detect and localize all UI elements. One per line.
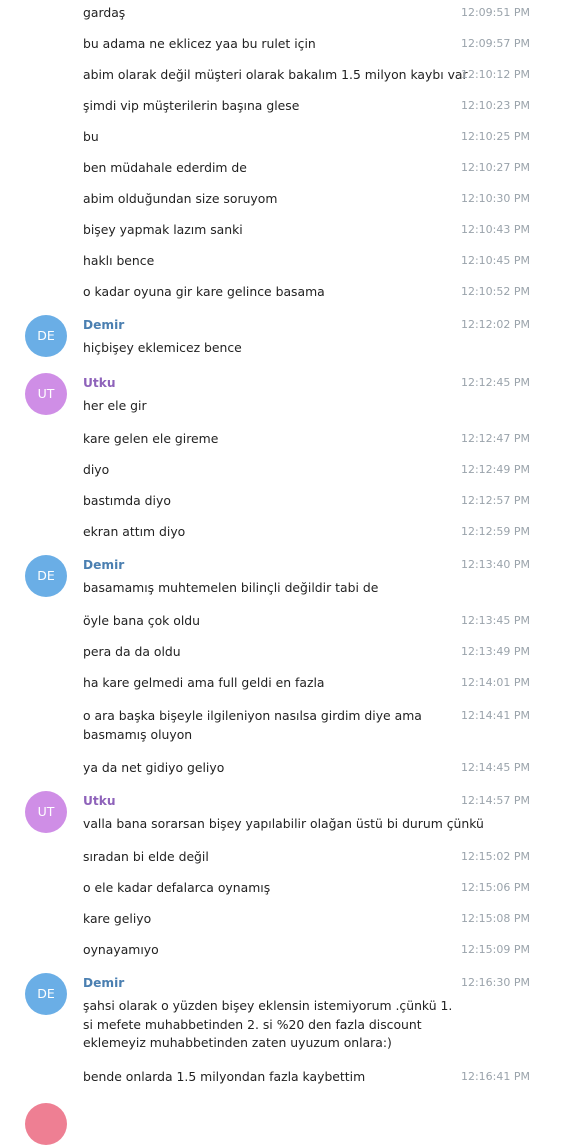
message-timestamp: 12:14:57 PM (460, 794, 530, 807)
message-text: oynayamıyo (83, 942, 159, 957)
message-text: basamamış muhtemelen bilinçli değildir t… (83, 580, 379, 595)
message-timestamp: 12:10:43 PM (460, 223, 530, 236)
message-timestamp: 12:13:45 PM (460, 614, 530, 627)
message-timestamp: 12:15:09 PM (460, 943, 530, 956)
message-text: öyle bana çok oldu (83, 613, 201, 628)
message-text: şimdi vip müşterilerin başına glese (83, 98, 300, 113)
message-text: şahsi olarak o yüzden bişey eklensin ist… (83, 998, 453, 1050)
message-timestamp: 12:14:41 PM (460, 709, 530, 722)
message-timestamp: 12:10:45 PM (460, 254, 530, 267)
message-text: haklı bence (83, 253, 155, 268)
message-timestamp: 12:15:06 PM (460, 881, 530, 894)
message-text: ekran attım diyo (83, 524, 186, 539)
sender-name-demir[interactable]: Demir (83, 316, 124, 334)
message-text: her ele gir (83, 398, 147, 413)
message-text: bende onlarda 1.5 milyondan fazla kaybet… (83, 1069, 366, 1084)
message-timestamp: 12:12:59 PM (460, 525, 530, 538)
message-timestamp: 12:10:23 PM (460, 99, 530, 112)
avatar-next-partial[interactable] (25, 1103, 67, 1145)
avatar-demir[interactable]: DE (25, 973, 67, 1015)
message-timestamp: 12:15:02 PM (460, 850, 530, 863)
message-text: diyo (83, 462, 110, 477)
message-timestamp: 12:10:25 PM (460, 130, 530, 143)
message-timestamp: 12:12:57 PM (460, 494, 530, 507)
avatar-demir[interactable]: DE (25, 315, 67, 357)
message-text: valla bana sorarsan bişey yapılabilir ol… (83, 816, 484, 831)
message-timestamp: 12:13:49 PM (460, 645, 530, 658)
message-text: bişey yapmak lazım sanki (83, 222, 243, 237)
message-timestamp: 12:14:45 PM (460, 761, 530, 774)
sender-name-demir[interactable]: Demir (83, 556, 124, 574)
message-timestamp: 12:12:47 PM (460, 432, 530, 445)
message-timestamp: 12:09:51 PM (460, 6, 530, 19)
message-text: kare gelen ele gireme (83, 431, 219, 446)
message-text: bu (83, 129, 99, 144)
message-text: pera da da oldu (83, 644, 181, 659)
avatar-utku[interactable]: UT (25, 791, 67, 833)
message-timestamp: 12:12:02 PM (460, 318, 530, 331)
message-text: abim olduğundan size soruyom (83, 191, 278, 206)
message-text: ya da net gidiyo geliyo (83, 760, 225, 775)
sender-name-utku[interactable]: Utku (83, 374, 116, 392)
message-timestamp: 12:12:49 PM (460, 463, 530, 476)
message-text: ben müdahale ederdim de (83, 160, 247, 175)
message-timestamp: 12:15:08 PM (460, 912, 530, 925)
message-timestamp: 12:10:12 PM (460, 68, 530, 81)
message-timestamp: 12:10:27 PM (460, 161, 530, 174)
message-timestamp: 12:14:01 PM (460, 676, 530, 689)
message-timestamp: 12:13:40 PM (460, 558, 530, 571)
sender-name-demir[interactable]: Demir (83, 974, 124, 992)
message-timestamp: 12:16:30 PM (460, 976, 530, 989)
message-text: o ara başka bişeyle ilgileniyon nasılsa … (83, 708, 422, 742)
message-text: o kadar oyuna gir kare gelince basama (83, 284, 325, 299)
message-timestamp: 12:09:57 PM (460, 37, 530, 50)
message-text: ha kare gelmedi ama full geldi en fazla (83, 675, 325, 690)
message-text: kare geliyo (83, 911, 152, 926)
message-text: bastımda diyo (83, 493, 171, 508)
message-timestamp: 12:10:30 PM (460, 192, 530, 205)
message-text: abim olarak değil müşteri olarak bakalım… (83, 67, 468, 82)
message-text: bu adama ne eklicez yaa bu rulet için (83, 36, 316, 51)
avatar-demir[interactable]: DE (25, 555, 67, 597)
chat-history[interactable]: gardaş 12:09:51 PM bu adama ne eklicez y… (0, 0, 585, 1145)
message-text: gardaş (83, 5, 126, 20)
message-timestamp: 12:10:52 PM (460, 285, 530, 298)
message-timestamp: 12:16:41 PM (460, 1070, 530, 1083)
message-text: o ele kadar defalarca oynamış (83, 880, 271, 895)
sender-name-utku[interactable]: Utku (83, 792, 116, 810)
avatar-utku[interactable]: UT (25, 373, 67, 415)
message-text: hiçbişey eklemicez bence (83, 340, 242, 355)
message-text: sıradan bi elde değil (83, 849, 209, 864)
message-timestamp: 12:12:45 PM (460, 376, 530, 389)
